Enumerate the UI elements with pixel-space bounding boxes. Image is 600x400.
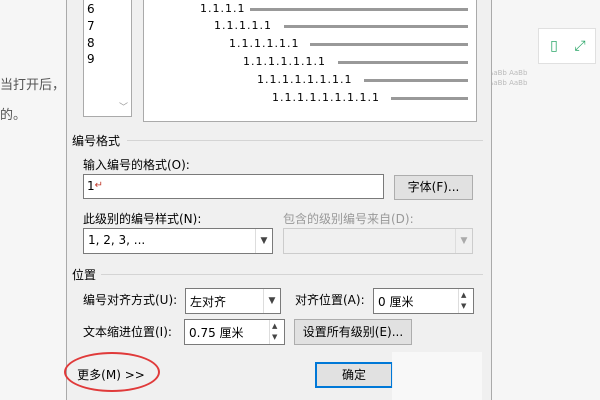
highlight-annotation-circle [64,352,160,392]
style-label: 此级别的编号样式(N): [83,212,202,226]
preview-text-line [391,97,468,100]
preview-number: 1.1.1.1.1.1.1.1.1 [272,91,380,104]
preview-number: 1.1.1.1.1.1.1.1 [257,73,353,86]
set-all-levels-button[interactable]: 设置所有级别(E)... [294,319,412,345]
preview-text-line [310,43,468,46]
number-format-value: 1 [87,179,95,193]
level-preview: 1.1.1.1 1.1.1.1.1 1.1.1.1.1.1 1.1.1.1.1.… [143,0,477,122]
preview-number: 1.1.1.1.1.1 [229,37,300,50]
expand-icon[interactable]: ⤢ [571,37,589,55]
section-divider [127,140,483,141]
ok-button[interactable]: 确定 [315,362,393,388]
define-multilevel-list-dialog: 6 7 8 9 ﹀ 1.1.1.1 1.1.1.1.1 1.1.1.1.1.1 … [66,0,492,400]
aligned-at-value: 0 厘米 [378,295,414,309]
spinner-arrows[interactable]: ▲ ▼ [458,289,473,313]
chevron-down-icon[interactable]: ▼ [255,229,272,253]
alignment-select[interactable]: 左对齐 ▼ [185,288,281,314]
indent-label: 文本缩进位置(I): [83,325,172,339]
level-list[interactable]: 6 7 8 9 ﹀ [83,0,132,117]
spin-down-icon[interactable]: ▼ [461,302,466,310]
indent-spinner[interactable]: 0.75 厘米 ▲ ▼ [184,319,285,345]
section-number-format: 编号格式 [72,134,121,148]
chevron-down-icon[interactable]: ▼ [263,289,280,313]
spin-down-icon[interactable]: ▼ [272,333,277,341]
level-item-9[interactable]: 9 [87,52,95,66]
spin-up-icon[interactable]: ▲ [461,291,466,299]
preview-number: 1.1.1.1 [200,2,246,15]
preview-number: 1.1.1.1.1 [214,19,272,32]
alignment-value: 左对齐 [190,295,227,309]
level-item-6[interactable]: 6 [87,2,95,16]
phone-icon[interactable]: ▯ [545,37,563,55]
text-cursor-icon: ↵ [94,180,104,191]
level-item-7[interactable]: 7 [87,19,95,33]
spinner-arrows[interactable]: ▲ ▼ [269,320,284,344]
format-input-label: 输入编号的格式(O): [83,158,190,172]
preview-text-line [338,61,468,64]
include-level-select[interactable]: ▼ [283,228,473,254]
background-text-1: 当打开后， [0,78,66,93]
section-position: 位置 [72,268,97,282]
image-obscuring-overlay [392,352,482,400]
indent-value: 0.75 厘米 [189,326,244,340]
number-format-input[interactable]: 1 ↵ [83,174,384,199]
preview-text-line [364,79,468,82]
preview-text-line [250,8,468,11]
chevron-down-icon[interactable]: ▼ [455,229,472,253]
aligned-at-spinner[interactable]: 0 厘米 ▲ ▼ [373,288,474,314]
font-button[interactable]: 字体(F)... [394,175,473,200]
aligned-at-label: 对齐位置(A): [295,293,365,307]
align-label: 编号对齐方式(U): [83,293,178,307]
include-level-label: 包含的级别编号来自(D): [283,212,414,226]
number-style-select[interactable]: 1, 2, 3, ... ▼ [83,228,273,254]
level-item-8[interactable]: 8 [87,36,95,50]
scroll-down-icon[interactable]: ﹀ [119,100,128,113]
preview-number: 1.1.1.1.1.1.1 [243,55,326,68]
side-toolbar: ▯ ⤢ [538,28,596,64]
section-divider [101,274,483,275]
spin-up-icon[interactable]: ▲ [272,322,277,330]
background-text-2: 的。 [0,108,27,123]
number-style-value: 1, 2, 3, ... [88,233,146,247]
preview-text-line [284,25,468,28]
